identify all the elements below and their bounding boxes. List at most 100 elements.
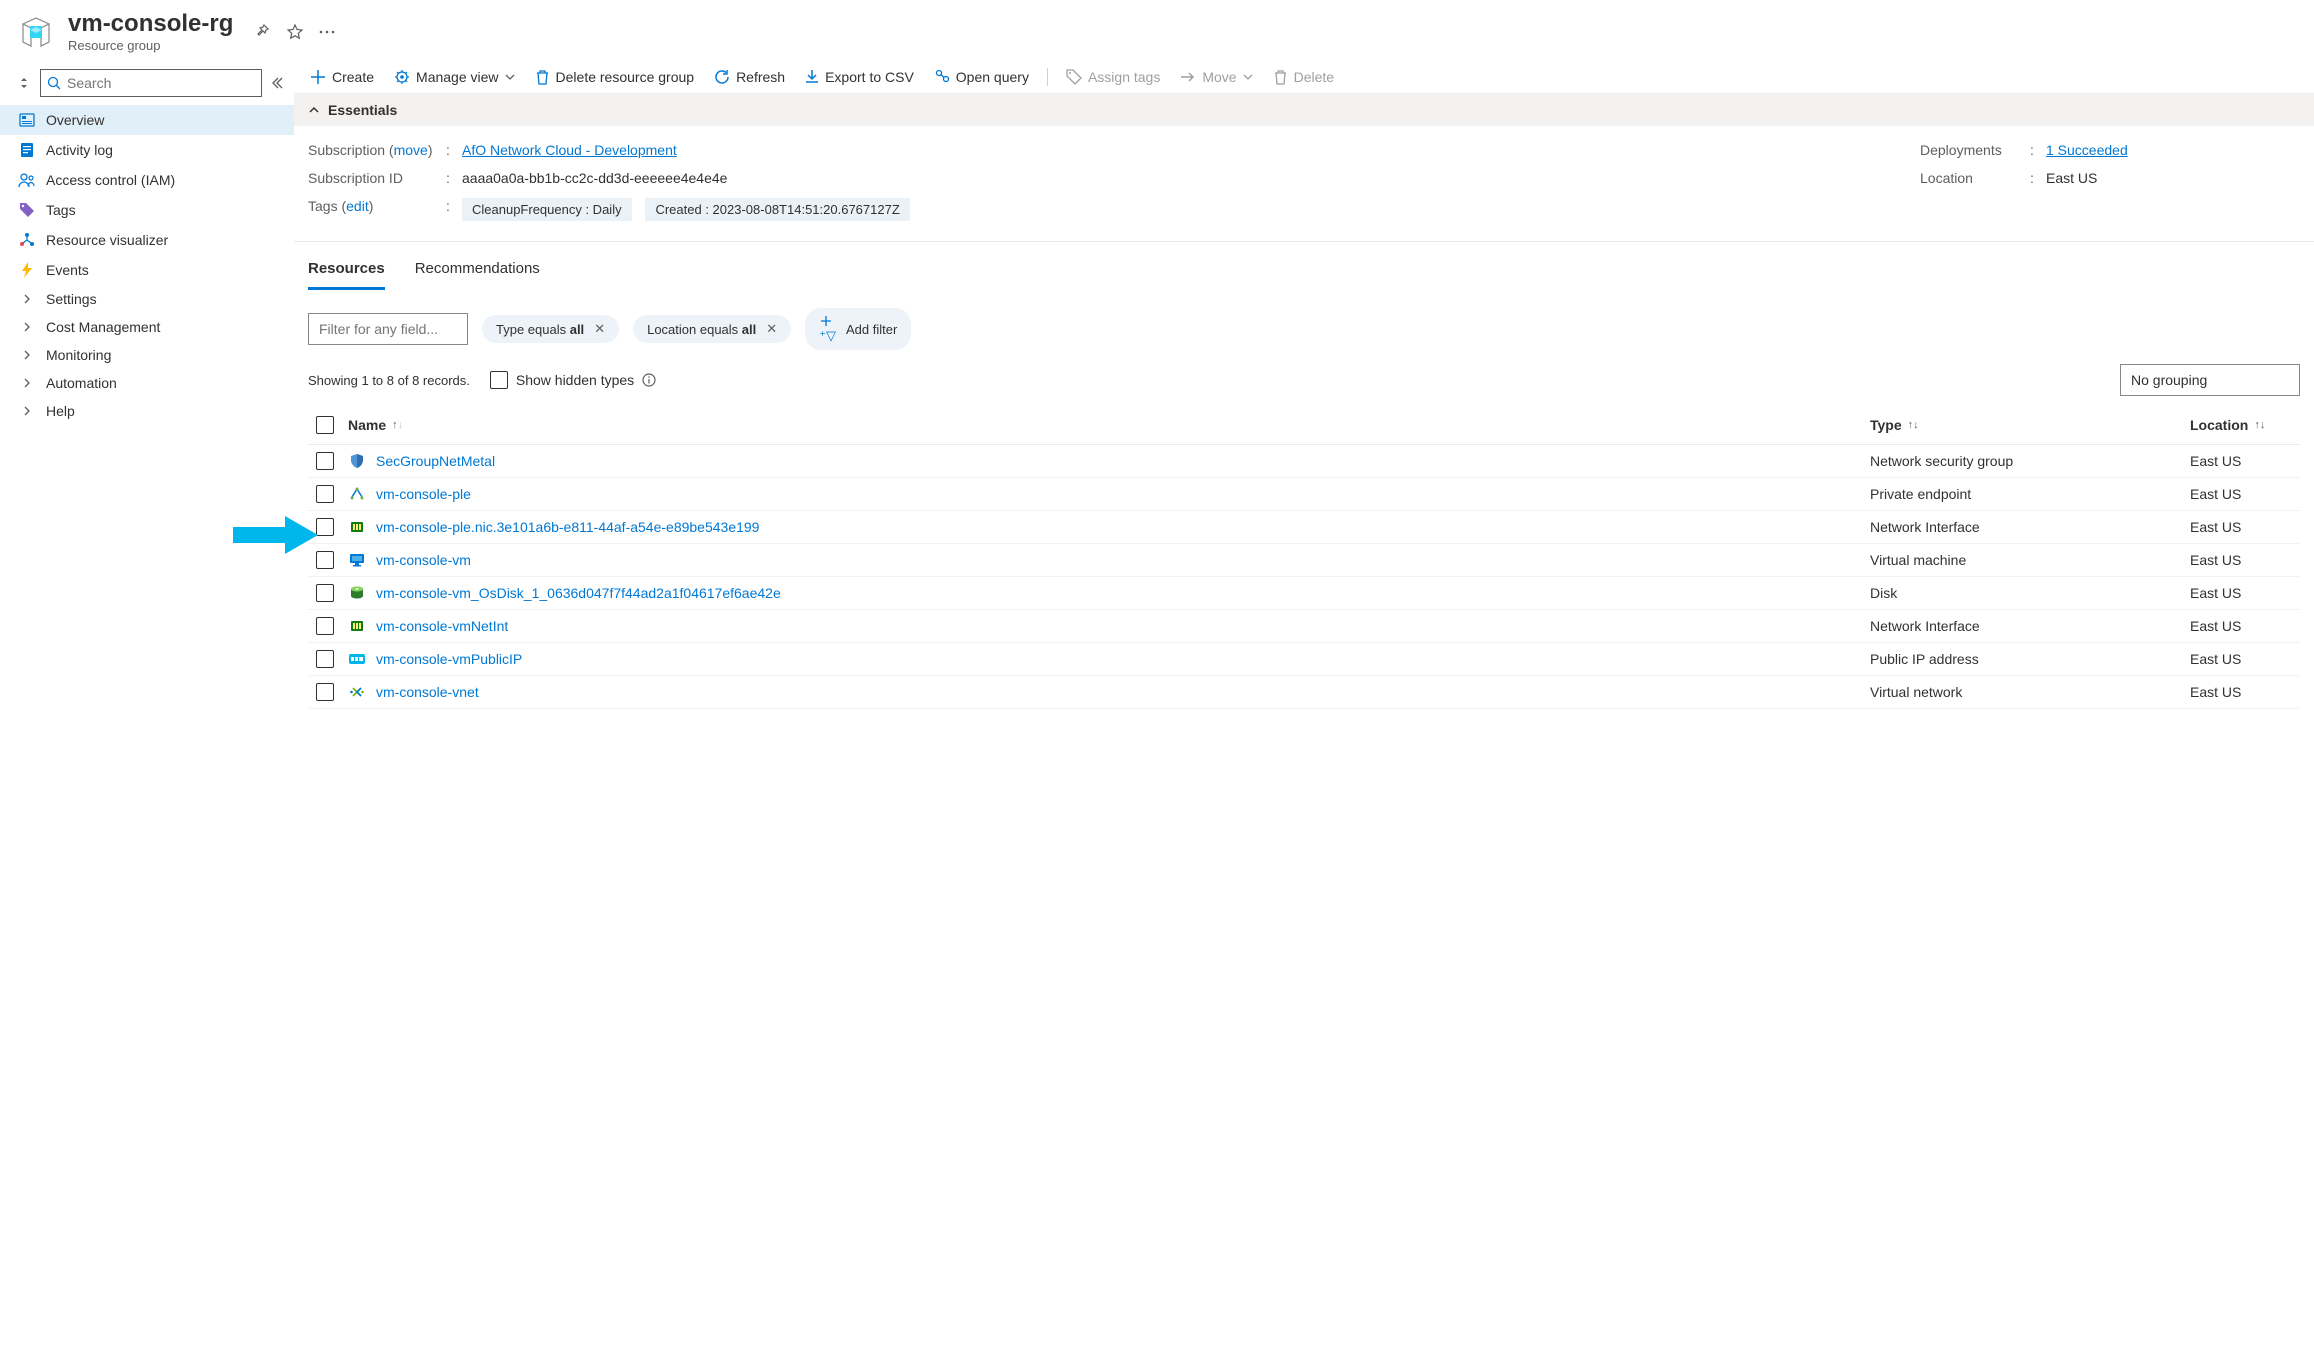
star-icon[interactable] [287,24,303,40]
resource-table: Name↑↓ Type↑↓ Location↑↓ SecGroupNetMeta… [294,406,2314,709]
resource-type: Private endpoint [1870,486,2190,502]
resource-type: Virtual machine [1870,552,2190,568]
table-row[interactable]: SecGroupNetMetalNetwork security groupEa… [308,445,2300,478]
sort-icon: ↑↓ [2254,419,2265,431]
essentials-title: Essentials [328,102,397,118]
sidebar-search-input[interactable] [67,75,255,91]
move-button: Move [1178,67,1254,87]
row-checkbox[interactable] [316,452,334,470]
column-type[interactable]: Type↑↓ [1870,417,2190,433]
essentials-toggle[interactable]: Essentials [294,94,2314,126]
sidebar-item-settings[interactable]: Settings [0,285,294,313]
table-row[interactable]: vm-console-vmPublicIPPublic IP addressEa… [308,643,2300,676]
show-hidden-label: Show hidden types [516,372,634,388]
resource-link[interactable]: vm-console-vmNetInt [376,618,508,634]
filter-pill-type[interactable]: Type equals all✕ [482,315,619,343]
deployments-link[interactable]: 1 Succeeded [2046,142,2128,158]
sidebar-item-monitoring[interactable]: Monitoring [0,341,294,369]
chevron-right-icon [18,350,36,360]
sidebar-item-access-control-iam-[interactable]: Access control (IAM) [0,165,294,195]
table-row[interactable]: vm-console-vnetVirtual networkEast US [308,676,2300,709]
records-count: Showing 1 to 8 of 8 records. [308,373,470,388]
iam-icon [18,171,36,189]
row-checkbox[interactable] [316,518,334,536]
create-button[interactable]: Create [308,67,376,87]
resource-link[interactable]: vm-console-vm [376,552,471,568]
refresh-button[interactable]: Refresh [712,67,787,87]
sidebar-item-label: Cost Management [46,319,160,335]
row-checkbox[interactable] [316,617,334,635]
close-icon[interactable]: ✕ [766,321,777,337]
show-hidden-checkbox[interactable] [490,371,508,389]
more-icon[interactable] [319,30,335,34]
sidebar-item-activity-log[interactable]: Activity log [0,135,294,165]
column-name[interactable]: Name↑↓ [348,417,1870,433]
vnet-icon [348,683,366,701]
filter-pill-location[interactable]: Location equals all✕ [633,315,791,343]
column-location[interactable]: Location↑↓ [2190,417,2300,433]
chevron-up-icon [308,104,320,116]
table-row[interactable]: vm-console-vmNetInt Network InterfaceEast… [308,610,2300,643]
row-checkbox[interactable] [316,650,334,668]
table-row[interactable]: vm-console-vmVirtual machineEast US [308,544,2300,577]
tag-chip[interactable]: Created : 2023-08-08T14:51:20.6767127Z [645,198,909,221]
resource-link[interactable]: vm-console-vmPublicIP [376,651,522,667]
resource-link[interactable]: vm-console-ple [376,486,471,502]
sidebar-item-tags[interactable]: Tags [0,195,294,225]
chevron-right-icon [18,294,36,304]
sidebar-item-label: Automation [46,375,117,391]
table-row[interactable]: vm-console-ple.nic.3e101a6b-e811-44af-a5… [308,511,2300,544]
info-icon[interactable] [642,373,656,387]
tag-chip[interactable]: CleanupFrequency : Daily [462,198,632,221]
grouping-select[interactable]: No grouping [2120,364,2300,396]
row-checkbox[interactable] [316,683,334,701]
sidebar-search[interactable] [40,69,262,97]
filter-input[interactable] [308,313,468,345]
manage-view-button[interactable]: Manage view [392,67,517,87]
row-checkbox[interactable] [316,584,334,602]
sidebar-item-cost-management[interactable]: Cost Management [0,313,294,341]
toolbar: Create Manage view Delete resource group… [294,61,2314,94]
resource-link[interactable]: SecGroupNetMetal [376,453,495,469]
resource-link[interactable]: vm-console-ple.nic.3e101a6b-e811-44af-a5… [376,519,759,535]
subscription-label: Subscription (move) [308,142,446,158]
expand-icon[interactable] [18,77,32,89]
open-query-button[interactable]: Open query [932,67,1031,87]
log-icon [18,141,36,159]
resource-location: East US [2190,585,2300,601]
move-subscription-link[interactable]: move [394,142,428,158]
pin-icon[interactable] [255,24,271,40]
row-checkbox[interactable] [316,551,334,569]
resource-location: East US [2190,618,2300,634]
resource-type: Network Interface [1870,618,2190,634]
resource-link[interactable]: vm-console-vnet [376,684,479,700]
tabs: Resources Recommendations [294,242,2314,290]
sidebar-item-automation[interactable]: Automation [0,369,294,397]
tab-resources[interactable]: Resources [308,260,385,290]
export-csv-button[interactable]: Export to CSV [803,67,916,87]
essentials-panel: Subscription (move) : AfO Network Cloud … [294,126,2314,242]
close-icon[interactable]: ✕ [594,321,605,337]
sidebar-item-label: Overview [46,112,104,128]
resource-location: East US [2190,453,2300,469]
page-header: vm-console-rg Resource group [0,0,2314,61]
subscription-link[interactable]: AfO Network Cloud - Development [462,142,677,158]
tab-recommendations[interactable]: Recommendations [415,260,540,290]
resource-location: East US [2190,519,2300,535]
edit-tags-link[interactable]: edit [346,198,369,214]
sidebar-item-overview[interactable]: Overview [0,105,294,135]
sidebar: Overview Activity logAccess control (IAM)… [0,61,294,1370]
disk-icon [348,584,366,602]
row-checkbox[interactable] [316,485,334,503]
table-row[interactable]: vm-console-plePrivate endpointEast US [308,478,2300,511]
resource-link[interactable]: vm-console-vm_OsDisk_1_0636d047f7f44ad2a… [376,585,781,601]
table-row[interactable]: vm-console-vm_OsDisk_1_0636d047f7f44ad2a… [308,577,2300,610]
sidebar-item-events[interactable]: Events [0,255,294,285]
overview-icon [18,111,36,129]
delete-rg-button[interactable]: Delete resource group [533,67,697,87]
add-filter-button[interactable]: ⁺▽Add filter [805,308,911,350]
sidebar-item-resource-visualizer[interactable]: Resource visualizer [0,225,294,255]
sidebar-item-help[interactable]: Help [0,397,294,425]
collapse-sidebar-icon[interactable] [270,76,284,90]
select-all-checkbox[interactable] [316,416,334,434]
